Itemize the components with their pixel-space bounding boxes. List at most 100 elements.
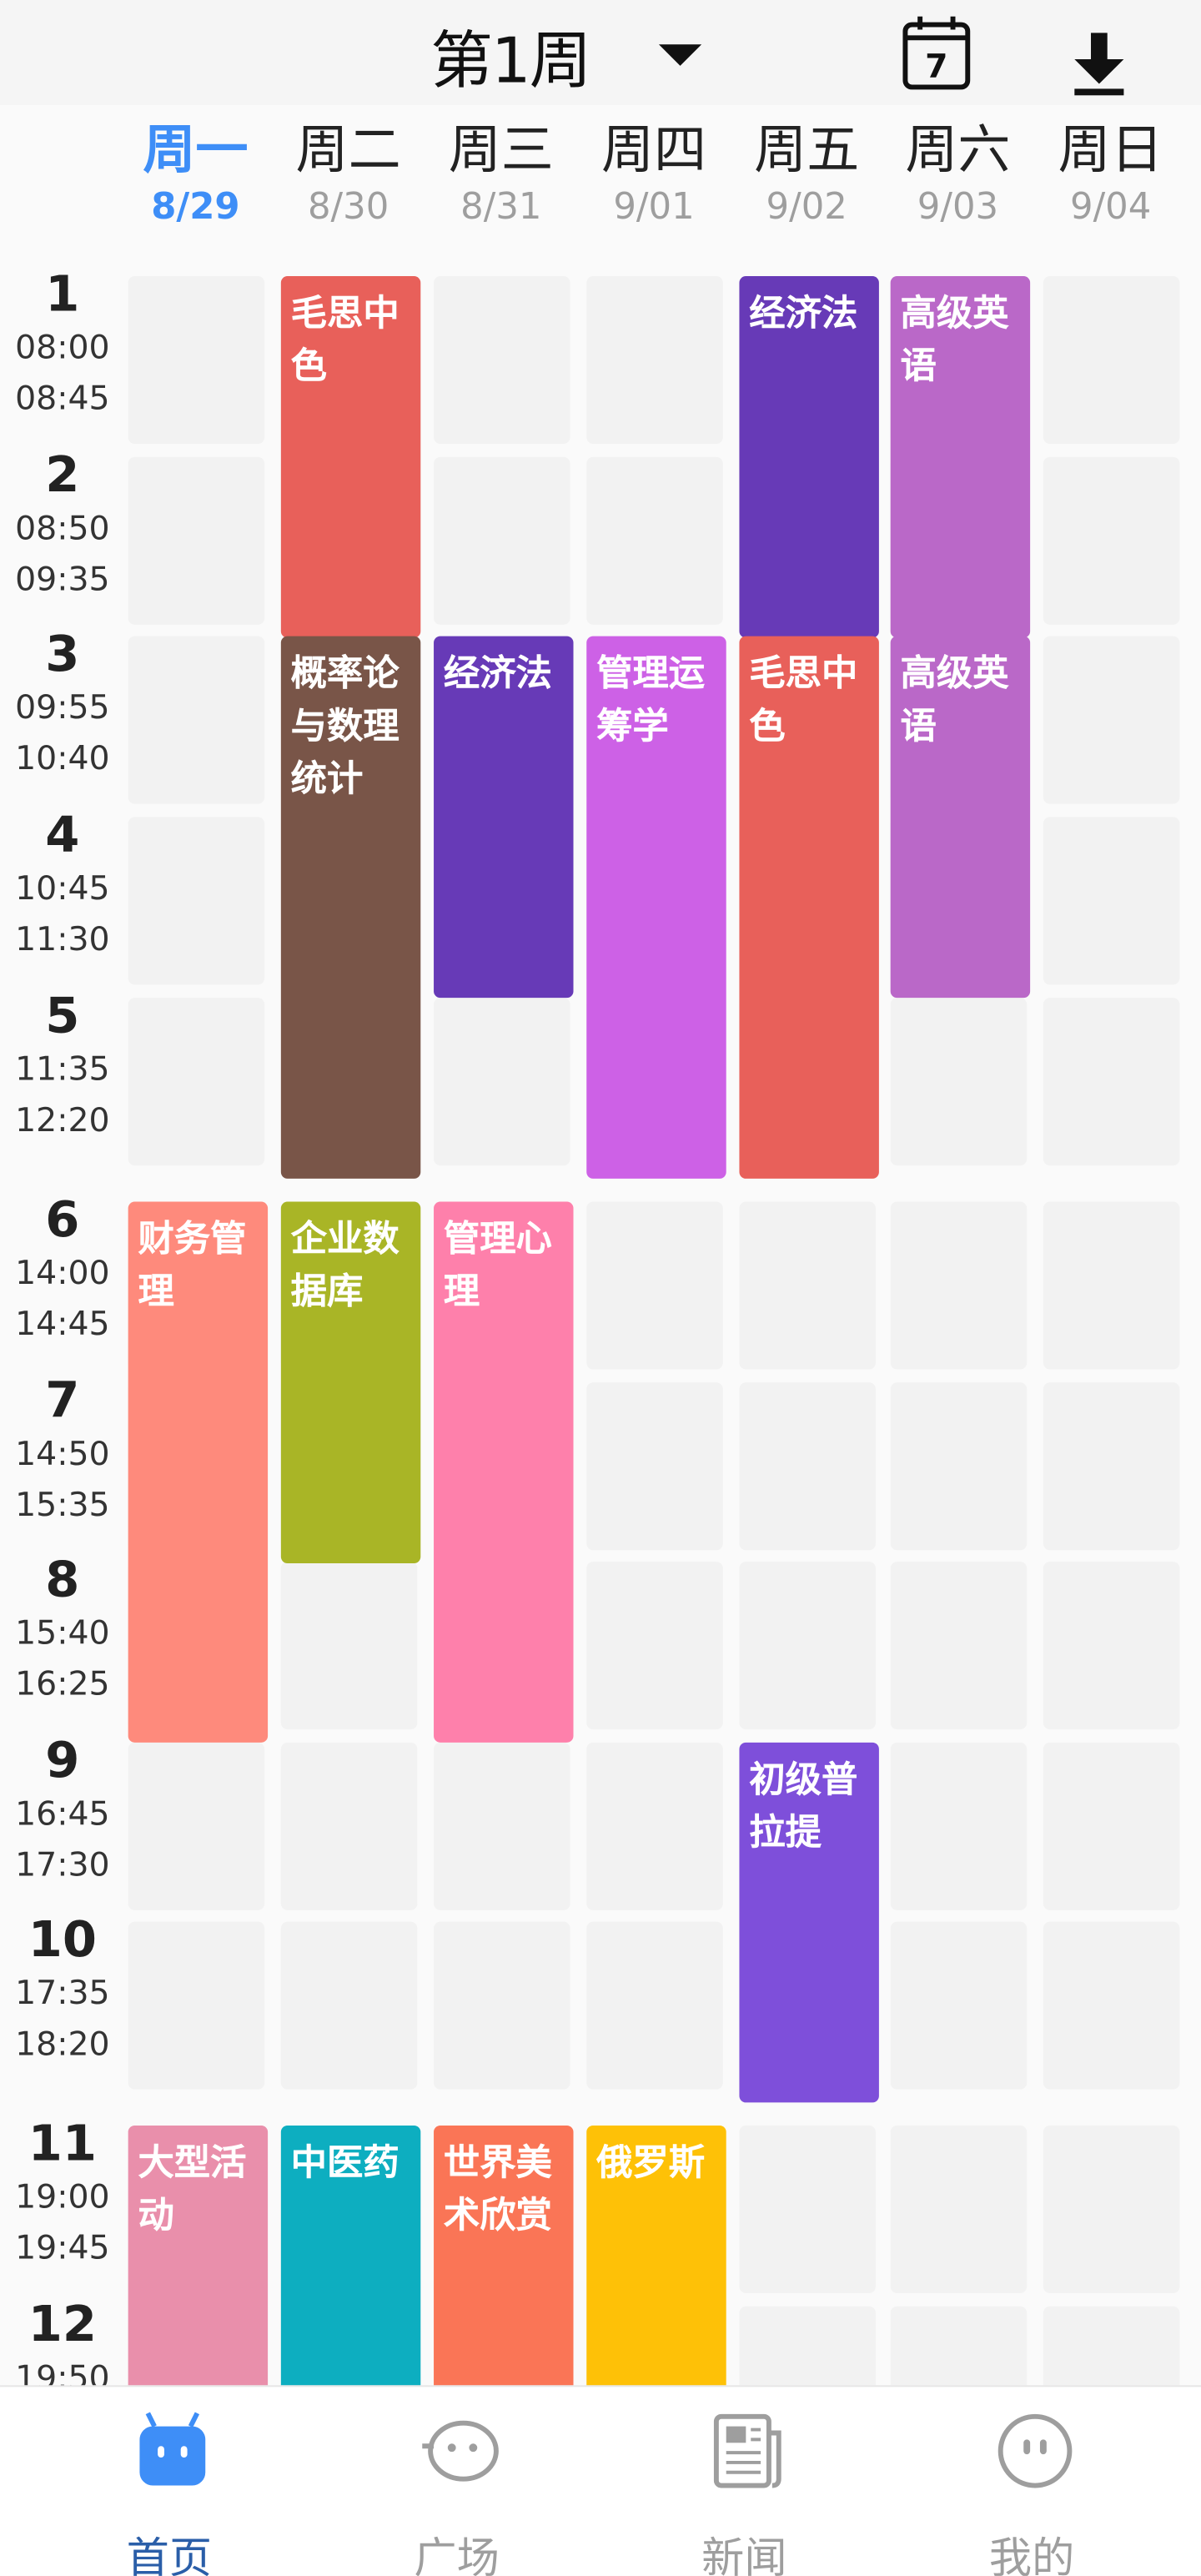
empty-slot[interactable]: [1043, 1562, 1180, 1730]
period-number: 1: [45, 266, 80, 325]
period-end-time: 19:45: [15, 2227, 110, 2267]
day-header-1: 周一 8/29: [118, 115, 273, 234]
empty-slot[interactable]: [1043, 2125, 1180, 2293]
empty-slot[interactable]: [1043, 817, 1180, 985]
empty-slot[interactable]: [586, 1562, 723, 1730]
empty-slot[interactable]: [586, 1382, 723, 1551]
empty-slot[interactable]: [890, 1742, 1028, 1910]
nav-item-2[interactable]: 广场: [358, 2387, 555, 2576]
day-header-5: 周五 9/02: [730, 115, 884, 234]
course-block[interactable]: 毛思中色: [280, 276, 421, 638]
period-start-time: 19:00: [15, 2176, 110, 2216]
course-block[interactable]: 初级普拉提: [739, 1742, 879, 2103]
nav-item-3[interactable]: 新闻: [646, 2387, 842, 2576]
course-block[interactable]: 高级英语: [890, 276, 1031, 638]
empty-slot[interactable]: [739, 2125, 876, 2293]
period-number: 12: [28, 2296, 97, 2354]
empty-slot[interactable]: [1043, 998, 1180, 1166]
period-number: 7: [45, 1372, 80, 1431]
nav-label: 广场: [414, 2534, 500, 2576]
course-name: 毛思中色: [749, 654, 858, 748]
course-block[interactable]: 毛思中色: [739, 636, 879, 1179]
empty-slot[interactable]: [739, 1382, 876, 1551]
period-8: 8 15:40 16:25: [0, 1554, 125, 1709]
empty-slot[interactable]: [1043, 276, 1180, 445]
empty-slot[interactable]: [434, 1921, 570, 2090]
empty-slot[interactable]: [128, 1921, 265, 2090]
course-block[interactable]: 高级英语: [890, 636, 1031, 999]
empty-slot[interactable]: [280, 1742, 418, 1910]
empty-slot[interactable]: [128, 1742, 265, 1910]
nav-item-4[interactable]: 我的: [933, 2387, 1130, 2576]
calendar-icon[interactable]: 7: [902, 15, 971, 91]
empty-slot[interactable]: [890, 1562, 1028, 1730]
course-block[interactable]: 管理运筹学: [586, 636, 726, 1179]
course-name: 管理心理: [443, 1220, 552, 1314]
course-block[interactable]: 管理心理: [434, 1201, 574, 1743]
course-block[interactable]: 财务管理: [128, 1201, 269, 1743]
bottom-navigation: 首页 广场 新闻 我的: [0, 2385, 1201, 2576]
period-4: 4 10:45 11:30: [0, 810, 125, 965]
empty-slot[interactable]: [1043, 1742, 1180, 1910]
empty-slot[interactable]: [128, 817, 265, 985]
course-block[interactable]: 概率论与数理统计: [280, 636, 421, 1179]
period-end-time: 08:45: [15, 378, 110, 418]
day-name: 周四: [600, 118, 707, 181]
empty-slot[interactable]: [434, 456, 570, 625]
empty-slot[interactable]: [739, 1201, 876, 1370]
course-name: 初级普拉提: [749, 1760, 858, 1854]
period-start-time: 15:40: [15, 1613, 110, 1653]
week-selector[interactable]: 第1周: [430, 13, 702, 96]
calendar-day-number: 7: [925, 48, 947, 86]
empty-slot[interactable]: [890, 998, 1028, 1166]
empty-slot[interactable]: [890, 1382, 1028, 1551]
empty-slot[interactable]: [890, 1201, 1028, 1370]
course-name: 毛思中色: [290, 294, 399, 389]
empty-slot[interactable]: [1043, 636, 1180, 804]
empty-slot[interactable]: [890, 2125, 1028, 2293]
course-name: 企业数据库: [290, 1220, 399, 1314]
empty-slot[interactable]: [128, 456, 265, 625]
empty-slot[interactable]: [280, 1921, 418, 2090]
course-block[interactable]: 经济法: [739, 276, 879, 638]
download-icon[interactable]: [1068, 29, 1130, 98]
course-name: 经济法: [443, 654, 552, 696]
empty-slot[interactable]: [1043, 456, 1180, 625]
period-start-time: 10:45: [15, 868, 110, 908]
period-10: 10 17:35 18:20: [0, 1911, 125, 2070]
empty-slot[interactable]: [586, 1921, 723, 2090]
empty-slot[interactable]: [280, 1562, 418, 1730]
empty-slot[interactable]: [739, 1562, 876, 1730]
empty-slot[interactable]: [434, 1742, 570, 1910]
period-number: 6: [45, 1191, 80, 1250]
period-6: 6 14:00 14:45: [0, 1195, 125, 1350]
home-robot-icon: [139, 2412, 206, 2486]
period-number: 5: [45, 988, 80, 1046]
day-name: 周五: [754, 118, 860, 181]
empty-slot[interactable]: [1043, 1921, 1180, 2090]
day-date: 9/03: [917, 187, 999, 229]
empty-slot[interactable]: [890, 1921, 1028, 2090]
period-end-time: 11:30: [15, 918, 110, 958]
empty-slot[interactable]: [128, 276, 265, 445]
empty-slot[interactable]: [434, 276, 570, 445]
empty-slot[interactable]: [586, 1742, 723, 1910]
period-3: 3 09:55 10:40: [0, 629, 125, 784]
course-name: 财务管理: [138, 1220, 247, 1314]
empty-slot[interactable]: [1043, 1382, 1180, 1551]
course-block[interactable]: 企业数据库: [280, 1201, 421, 1564]
nav-item-1[interactable]: 首页: [71, 2387, 268, 2576]
period-11: 11 19:00 19:45: [0, 2118, 125, 2273]
period-end-time: 14:45: [15, 1303, 110, 1343]
period-number: 10: [28, 1911, 97, 1970]
course-name: 高级英语: [900, 654, 1009, 748]
empty-slot[interactable]: [586, 456, 723, 625]
empty-slot[interactable]: [128, 998, 265, 1166]
empty-slot[interactable]: [1043, 1201, 1180, 1370]
empty-slot[interactable]: [128, 636, 265, 804]
course-block[interactable]: 经济法: [434, 636, 574, 999]
week-title: 第1周: [430, 23, 591, 97]
empty-slot[interactable]: [434, 998, 570, 1166]
empty-slot[interactable]: [586, 276, 723, 445]
empty-slot[interactable]: [586, 1201, 723, 1370]
